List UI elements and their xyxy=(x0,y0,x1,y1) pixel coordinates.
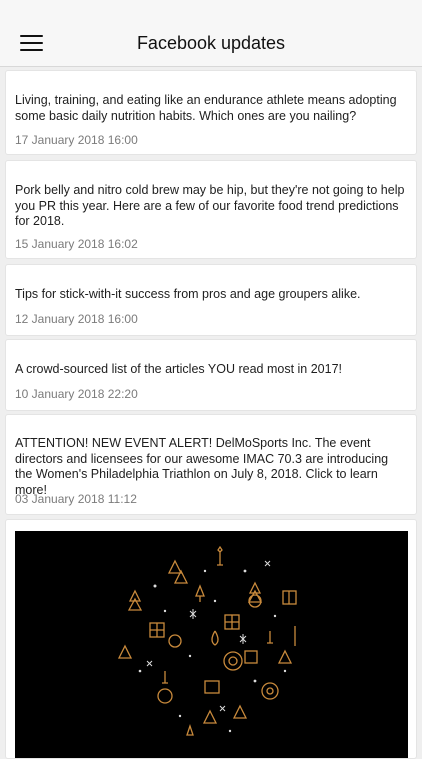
post-card[interactable]: Tips for stick-with-it success from pros… xyxy=(5,264,417,336)
post-date: 17 January 2018 16:00 xyxy=(15,133,138,147)
top-app-bar: Facebook updates xyxy=(0,0,422,67)
post-image[interactable] xyxy=(15,531,408,758)
post-text: A crowd-sourced list of the articles YOU… xyxy=(15,362,343,376)
post-date: 03 January 2018 11:12 xyxy=(15,492,137,506)
holiday-ornament-circle-image xyxy=(117,545,297,736)
post-date: 10 January 2018 22:20 xyxy=(15,387,138,401)
post-text: ATTENTION! NEW EVENT ALERT! DelMoSports … xyxy=(15,436,389,497)
post-card[interactable]: ATTENTION! NEW EVENT ALERT! DelMoSports … xyxy=(5,414,417,515)
image-post-card[interactable] xyxy=(5,519,417,759)
post-date: 12 January 2018 16:00 xyxy=(15,312,138,326)
post-card[interactable]: Living, training, and eating like an end… xyxy=(5,70,417,155)
page-title: Facebook updates xyxy=(136,33,286,53)
post-date: 15 January 2018 16:02 xyxy=(15,237,138,251)
post-card[interactable]: A crowd-sourced list of the articles YOU… xyxy=(5,339,417,411)
post-text: Tips for stick-with-it success from pros… xyxy=(15,287,361,301)
post-text: Pork belly and nitro cold brew may be hi… xyxy=(15,183,405,228)
post-card[interactable]: Pork belly and nitro cold brew may be hi… xyxy=(5,160,417,259)
post-text: Living, training, and eating like an end… xyxy=(15,93,397,123)
